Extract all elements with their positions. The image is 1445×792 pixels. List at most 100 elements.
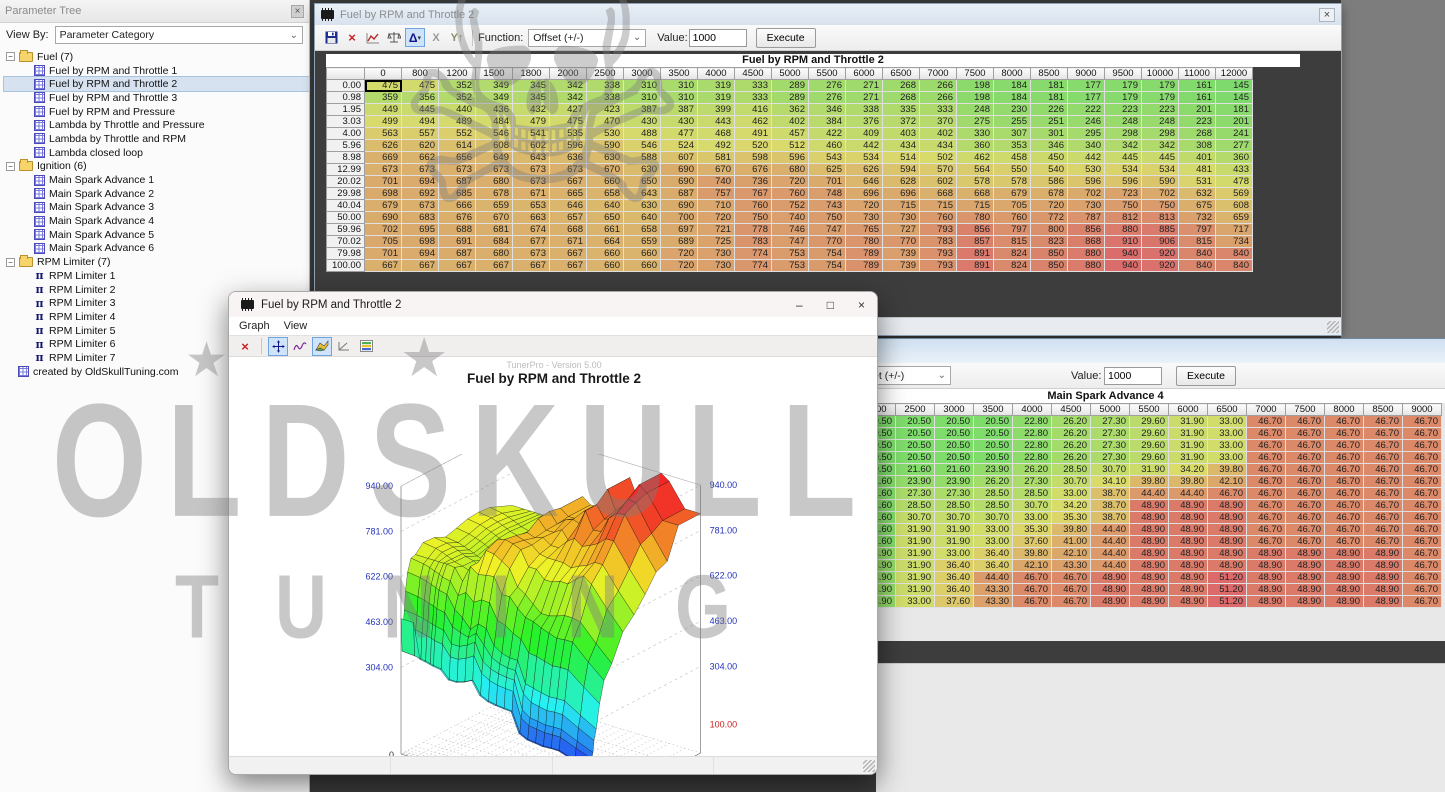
table-cell[interactable]: 840: [1179, 248, 1216, 260]
table-cell[interactable]: 780: [957, 212, 994, 224]
table-cell[interactable]: 184: [994, 92, 1031, 104]
table-cell[interactable]: 310: [661, 80, 698, 92]
table-cell[interactable]: 48.90: [1325, 596, 1364, 608]
table-cell[interactable]: 48.90: [1247, 584, 1286, 596]
table-cell[interactable]: 701: [365, 176, 402, 188]
table-cell[interactable]: 530: [1068, 164, 1105, 176]
table-cell[interactable]: 920: [1142, 248, 1179, 260]
table-cell[interactable]: 857: [957, 236, 994, 248]
table-cell[interactable]: 46.70: [1247, 428, 1286, 440]
table-cell[interactable]: 319: [698, 80, 735, 92]
row-header[interactable]: 29.98: [327, 188, 365, 200]
table-cell[interactable]: 409: [846, 128, 883, 140]
table-cell[interactable]: 765: [846, 224, 883, 236]
table-cell[interactable]: 720: [661, 248, 698, 260]
tree-item[interactable]: Main Spark Advance 2: [4, 187, 309, 201]
table-cell[interactable]: 46.70: [1325, 464, 1364, 476]
table-cell[interactable]: 271: [846, 80, 883, 92]
table-cell[interactable]: 696: [883, 188, 920, 200]
table-cell[interactable]: 298: [1105, 128, 1142, 140]
table-cell[interactable]: 673: [513, 164, 550, 176]
table-cell[interactable]: 179: [1105, 80, 1142, 92]
table-cell[interactable]: 349: [476, 80, 513, 92]
table-cell[interactable]: 646: [846, 176, 883, 188]
compare-button[interactable]: [384, 28, 404, 47]
table-cell[interactable]: 462: [957, 152, 994, 164]
table-cell[interactable]: 667: [550, 260, 587, 272]
table-cell[interactable]: 48.90: [1247, 572, 1286, 584]
table-cell[interactable]: 39.80: [1208, 464, 1247, 476]
table-cell[interactable]: 48.90: [1325, 548, 1364, 560]
table-cell[interactable]: 445: [402, 104, 439, 116]
table-cell[interactable]: 880: [1105, 224, 1142, 236]
table-cell[interactable]: 201: [1179, 104, 1216, 116]
table-cell[interactable]: 614: [439, 140, 476, 152]
table-cell[interactable]: 541: [513, 128, 550, 140]
table-cell[interactable]: 31.90: [896, 524, 935, 536]
table-cell[interactable]: 30.70: [1013, 500, 1052, 512]
table-cell[interactable]: 20.50: [896, 440, 935, 452]
table-cell[interactable]: 492: [698, 140, 735, 152]
table-cell[interactable]: 534: [1142, 164, 1179, 176]
table-cell[interactable]: 736: [735, 176, 772, 188]
table-cell[interactable]: 754: [809, 248, 846, 260]
table-cell[interactable]: 481: [1179, 164, 1216, 176]
table-cell[interactable]: 760: [772, 188, 809, 200]
table-cell[interactable]: 33.00: [974, 524, 1013, 536]
table-cell[interactable]: 885: [1142, 224, 1179, 236]
table-cell[interactable]: 248: [1142, 116, 1179, 128]
table-cell[interactable]: 690: [661, 200, 698, 212]
table-cell[interactable]: 734: [1216, 236, 1253, 248]
table-cell[interactable]: 46.70: [1403, 428, 1442, 440]
table-cell[interactable]: 720: [846, 200, 883, 212]
table-cell[interactable]: 241: [1216, 128, 1253, 140]
close-graph-button[interactable]: ×: [235, 337, 255, 356]
collapse-icon[interactable]: −: [6, 258, 15, 267]
table-cell[interactable]: 458: [994, 152, 1031, 164]
table-cell[interactable]: 596: [1105, 176, 1142, 188]
table-cell[interactable]: 27.30: [935, 488, 974, 500]
table-cell[interactable]: 673: [402, 200, 439, 212]
table-cell[interactable]: 48.90: [1091, 572, 1130, 584]
column-header[interactable]: 3500: [661, 68, 698, 80]
table-cell[interactable]: 20.50: [974, 440, 1013, 452]
table-cell[interactable]: 662: [402, 152, 439, 164]
table-cell[interactable]: 660: [587, 260, 624, 272]
table-cell[interactable]: 46.70: [1286, 536, 1325, 548]
table-cell[interactable]: 26.20: [974, 476, 1013, 488]
table-cell[interactable]: 602: [513, 140, 550, 152]
table-cell[interactable]: 470: [587, 116, 624, 128]
table-cell[interactable]: 20.50: [974, 416, 1013, 428]
table-cell[interactable]: 276: [809, 80, 846, 92]
table-cell[interactable]: 46.70: [1364, 488, 1403, 500]
table-cell[interactable]: 694: [402, 248, 439, 260]
table-cell[interactable]: 28.50: [896, 500, 935, 512]
table-cell[interactable]: 750: [1105, 200, 1142, 212]
table-cell[interactable]: 430: [661, 116, 698, 128]
table-cell[interactable]: 33.00: [1208, 452, 1247, 464]
table-cell[interactable]: 31.90: [935, 524, 974, 536]
table-cell[interactable]: 46.70: [1364, 428, 1403, 440]
table-cell[interactable]: 30.70: [935, 512, 974, 524]
row-header[interactable]: 8.98: [327, 152, 365, 164]
table-cell[interactable]: 333: [920, 104, 957, 116]
table-cell[interactable]: 740: [698, 176, 735, 188]
close-icon[interactable]: ×: [291, 5, 304, 18]
close-button[interactable]: ×: [858, 298, 865, 312]
table-cell[interactable]: 46.70: [1403, 560, 1442, 572]
table-cell[interactable]: 578: [994, 176, 1031, 188]
table-cell[interactable]: 730: [883, 212, 920, 224]
table-cell[interactable]: 30.70: [1091, 464, 1130, 476]
table-cell[interactable]: 423: [587, 104, 624, 116]
table-cell[interactable]: 35.30: [1013, 524, 1052, 536]
table-cell[interactable]: 546: [476, 128, 513, 140]
table-cell[interactable]: 276: [809, 92, 846, 104]
table-cell[interactable]: 360: [1216, 152, 1253, 164]
table-cell[interactable]: 602: [920, 176, 957, 188]
table-cell[interactable]: 46.70: [1325, 428, 1364, 440]
table-cell[interactable]: 44.40: [1091, 548, 1130, 560]
trace-button[interactable]: [290, 337, 310, 356]
table-cell[interactable]: 23.90: [935, 476, 974, 488]
column-header[interactable]: 5500: [809, 68, 846, 80]
table-cell[interactable]: 550: [994, 164, 1031, 176]
